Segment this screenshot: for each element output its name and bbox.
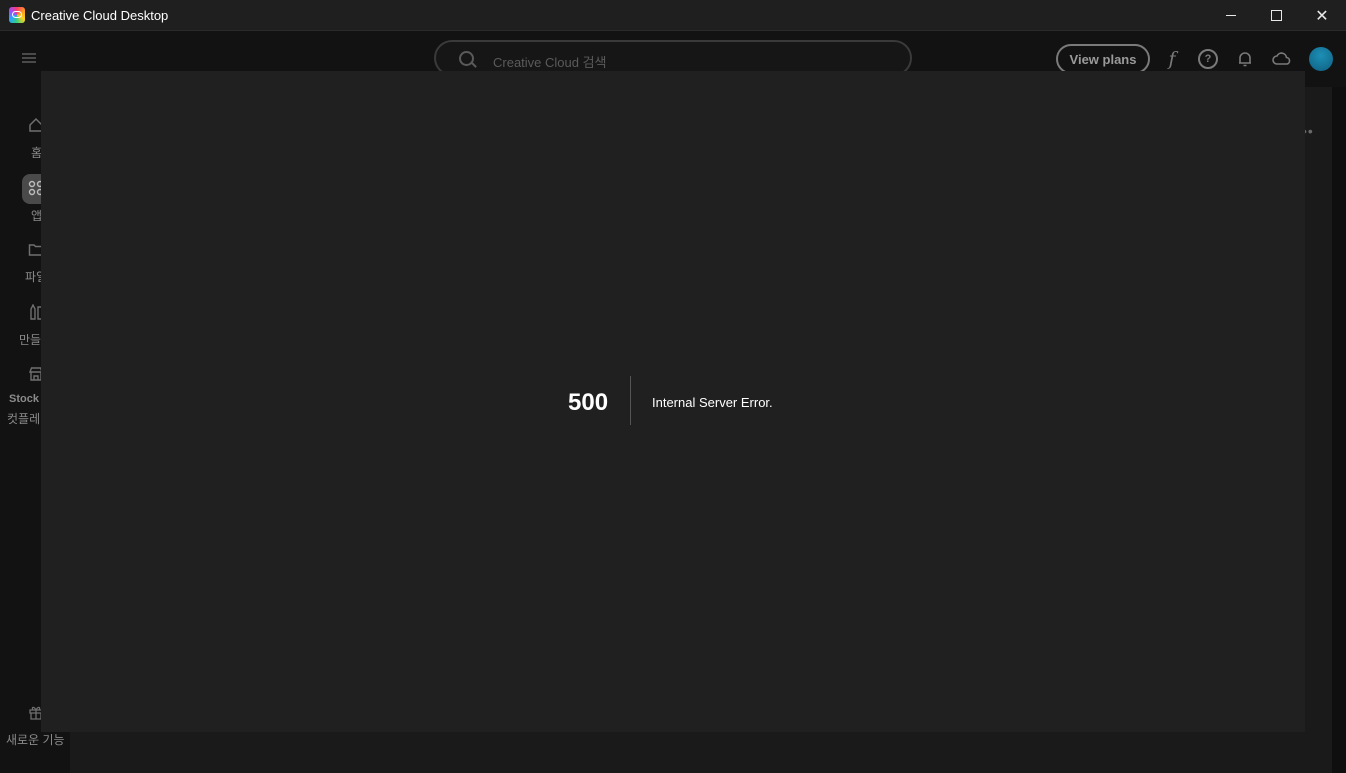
minimize-button[interactable] bbox=[1208, 0, 1254, 31]
error-overlay: 500 Internal Server Error. bbox=[41, 71, 1305, 732]
hamburger-menu-icon[interactable] bbox=[22, 53, 36, 63]
error-container: 500 Internal Server Error. bbox=[41, 71, 1305, 732]
maximize-icon bbox=[1270, 10, 1282, 21]
sidebar-item-label-secondary: 컷플레 bbox=[7, 412, 41, 426]
avatar[interactable] bbox=[1309, 47, 1333, 71]
window-title: Creative Cloud Desktop bbox=[31, 8, 169, 23]
fonts-icon[interactable]: f bbox=[1161, 48, 1183, 70]
sidebar-item-label: 만들 bbox=[19, 333, 42, 347]
title-bar: Creative Cloud Desktop ✕ bbox=[0, 0, 1346, 31]
minimize-icon bbox=[1226, 15, 1236, 16]
maximize-button[interactable] bbox=[1253, 0, 1299, 31]
close-button[interactable]: ✕ bbox=[1299, 0, 1345, 31]
sidebar-item-label: 새로운 기능 bbox=[6, 733, 65, 747]
search-placeholder: Creative Cloud 검색 bbox=[493, 55, 607, 70]
search-icon bbox=[459, 51, 474, 66]
view-plans-button[interactable]: View plans bbox=[1056, 44, 1150, 74]
bell-icon bbox=[1239, 52, 1251, 67]
error-divider bbox=[630, 376, 631, 425]
error-message: Internal Server Error. bbox=[652, 395, 773, 410]
creative-cloud-logo-icon bbox=[9, 7, 25, 23]
cloud-sync-button[interactable] bbox=[1271, 48, 1293, 70]
notifications-button[interactable] bbox=[1234, 48, 1256, 70]
close-icon: ✕ bbox=[1315, 7, 1329, 25]
help-icon: ? bbox=[1198, 49, 1218, 69]
help-button[interactable]: ? bbox=[1197, 48, 1219, 70]
error-code: 500 bbox=[568, 389, 609, 416]
sidebar-item-label: Stock bbox=[9, 393, 39, 405]
cloud-icon bbox=[1272, 52, 1291, 65]
